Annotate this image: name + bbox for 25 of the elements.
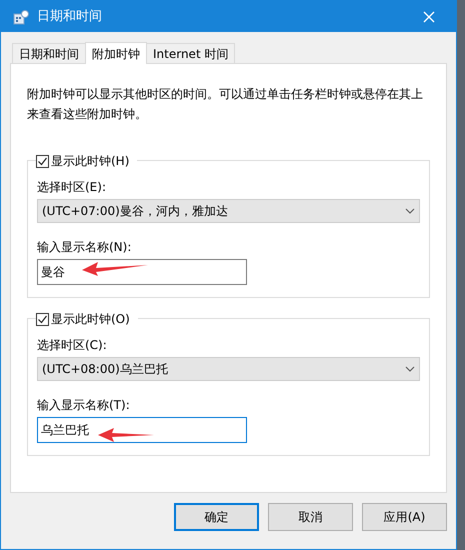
field-label: 输入显示名称(N): (37, 239, 132, 255)
calendar-clock-icon (13, 8, 29, 24)
checkbox-label: 显示此时钟(O) (51, 311, 130, 328)
name-field[interactable]: 乌兰巴托 (37, 417, 247, 443)
name-field[interactable]: 曼谷 (37, 259, 247, 285)
tab[interactable]: 附加时钟 (85, 42, 147, 64)
checkbox[interactable] (36, 312, 49, 326)
window-title: 日期和时间 (37, 8, 103, 26)
tab[interactable]: 日期和时间 (12, 43, 86, 63)
dialog-button[interactable]: 取消 (268, 503, 353, 531)
annotation-arrow (82, 262, 148, 276)
description-text: 附加时钟可以显示其他时区的时间。可以通过单击任务栏时钟或悬停在其上来查看这些附加时钟。 (27, 86, 424, 123)
field-label: 输入显示名称(T): (37, 397, 131, 413)
field-label: 选择时区(C): (37, 337, 108, 353)
chevron-down-icon (405, 208, 415, 214)
dialog-button[interactable]: 应用(A) (362, 503, 447, 531)
timezone-dropdown[interactable]: (UTC+07:00)曼谷，河内，雅加达 (37, 199, 420, 223)
timezone-dropdown[interactable]: (UTC+08:00)乌兰巴托 (37, 357, 420, 381)
tab[interactable]: Internet 时间 (146, 43, 236, 63)
close-icon (423, 10, 435, 22)
chevron-down-icon (405, 366, 415, 372)
checkbox-label: 显示此时钟(H) (51, 153, 130, 170)
checkbox[interactable] (36, 154, 49, 168)
dialog-button[interactable]: 确定 (174, 503, 259, 531)
field-label: 选择时区(E): (37, 179, 107, 195)
